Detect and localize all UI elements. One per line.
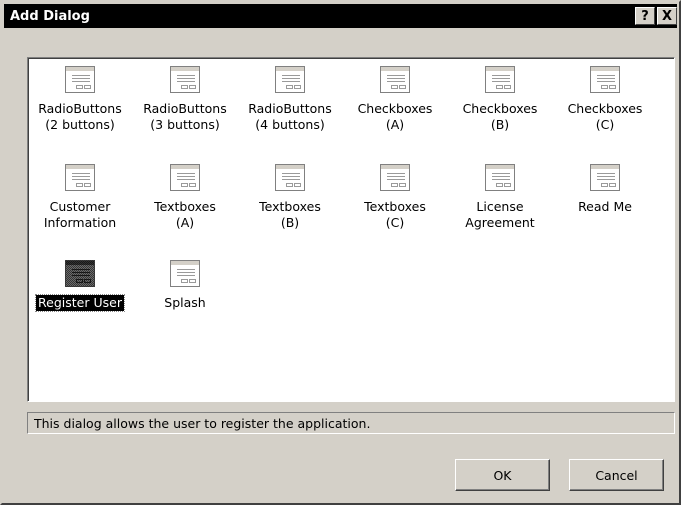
list-item-label: Textboxes (A) [154,199,216,230]
dialog-icon [589,162,621,194]
close-button[interactable]: X [657,7,677,25]
dialog-icon [589,64,621,96]
list-item-label: RadioButtons (2 buttons) [38,101,122,132]
list-item-label: Register User [35,294,125,312]
add-dialog-window: Add Dialog ? X RadioButtons (2 buttons) R… [0,0,681,505]
window-title: Add Dialog [10,8,90,24]
list-item-label: Checkboxes (A) [357,101,433,132]
list-item-label: Read Me [578,199,632,214]
list-item[interactable]: Checkboxes (A) [345,64,445,152]
dialog-icon [64,64,96,96]
list-item[interactable]: RadioButtons (2 buttons) [30,64,130,152]
list-item-label: RadioButtons (3 buttons) [143,101,227,132]
help-button[interactable]: ? [635,7,655,25]
dialog-icon [379,162,411,194]
dialog-template-list[interactable]: RadioButtons (2 buttons) RadioButtons (3 … [27,57,675,402]
dialog-icon [379,64,411,96]
list-item[interactable]: Textboxes (A) [135,162,235,250]
dialog-icon [274,162,306,194]
dialog-icon [484,162,516,194]
list-item-label: License Agreement [465,199,535,230]
list-item[interactable]: Textboxes (C) [345,162,445,250]
list-item[interactable]: RadioButtons (4 buttons) [240,64,340,152]
dialog-icon [169,162,201,194]
dialog-icon [64,162,96,194]
list-item[interactable]: License Agreement [450,162,550,250]
list-item[interactable]: Checkboxes (B) [450,64,550,152]
list-item-label: RadioButtons (4 buttons) [248,101,332,132]
description-panel: This dialog allows the user to register … [27,412,675,434]
ok-button[interactable]: OK [455,459,550,491]
list-item-label: Checkboxes (B) [462,101,538,132]
list-item[interactable]: RadioButtons (3 buttons) [135,64,235,152]
title-bar[interactable]: Add Dialog ? X [4,4,677,28]
list-item[interactable]: Checkboxes (C) [555,64,655,152]
list-item[interactable]: Register User [30,258,130,346]
list-item-label: Customer Information [43,199,117,230]
dialog-icon [64,258,96,290]
list-item-label: Textboxes (B) [259,199,321,230]
list-item-label: Checkboxes (C) [567,101,643,132]
list-item[interactable]: Customer Information [30,162,130,250]
cancel-button[interactable]: Cancel [569,459,664,491]
dialog-icon [169,64,201,96]
list-item[interactable]: Read Me [555,162,655,250]
dialog-icon [169,258,201,290]
dialog-icon [484,64,516,96]
dialog-icon [274,64,306,96]
list-item[interactable]: Textboxes (B) [240,162,340,250]
list-item-label: Textboxes (C) [364,199,426,230]
list-item-label: Splash [164,295,206,310]
list-item[interactable]: Splash [135,258,235,346]
